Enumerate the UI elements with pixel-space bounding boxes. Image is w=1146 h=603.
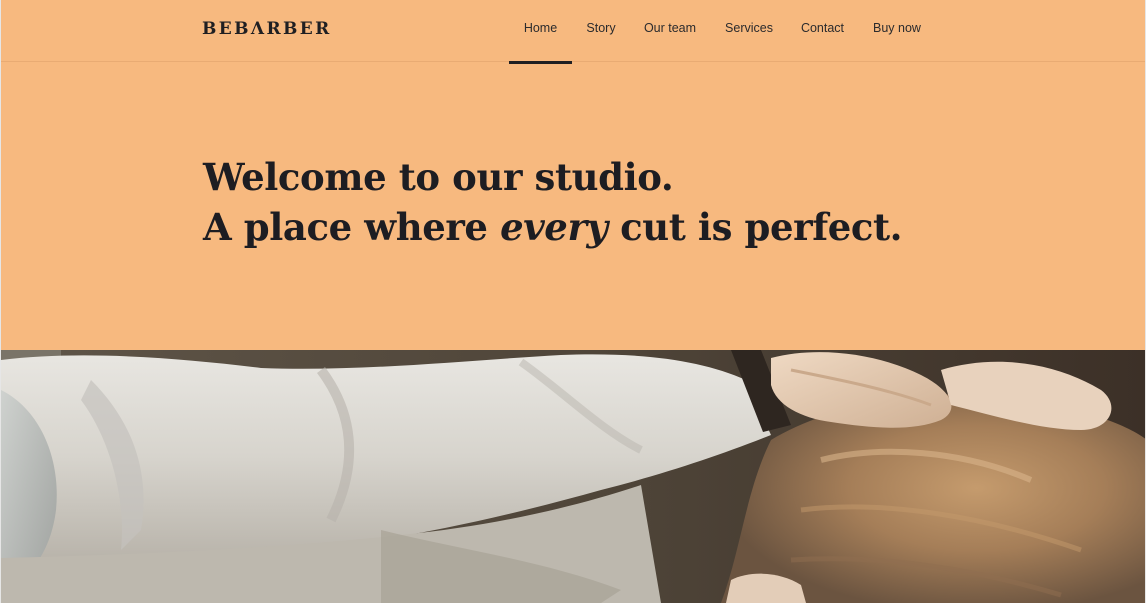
barber-photo-illustration — [1, 350, 1145, 603]
hero-line-2: A place where every cut is perfect. — [203, 202, 963, 252]
nav-buy-now[interactable]: Buy now — [872, 0, 922, 62]
main-nav: Home Story Our team Services Contact Buy… — [509, 0, 922, 64]
site-header: BEBΛRBER Home Story Our team Services Co… — [1, 0, 1145, 64]
hero-photo — [1, 350, 1145, 603]
hero-line-2-end: cut is perfect. — [607, 205, 903, 249]
nav-story[interactable]: Story — [586, 0, 616, 62]
hero-line-1: Welcome to our studio. — [203, 155, 674, 199]
brand-logo[interactable]: BEBΛRBER — [202, 18, 332, 40]
nav-contact[interactable]: Contact — [799, 0, 846, 62]
hero-emphasis: every — [500, 205, 608, 249]
page: BEBΛRBER Home Story Our team Services Co… — [0, 0, 1146, 603]
nav-services[interactable]: Services — [724, 0, 774, 62]
hero-line-2-start: A place where — [203, 205, 501, 249]
nav-our-team[interactable]: Our team — [642, 0, 698, 62]
nav-home[interactable]: Home — [509, 0, 572, 64]
hero-heading: Welcome to our studio. A place where eve… — [203, 152, 963, 252]
